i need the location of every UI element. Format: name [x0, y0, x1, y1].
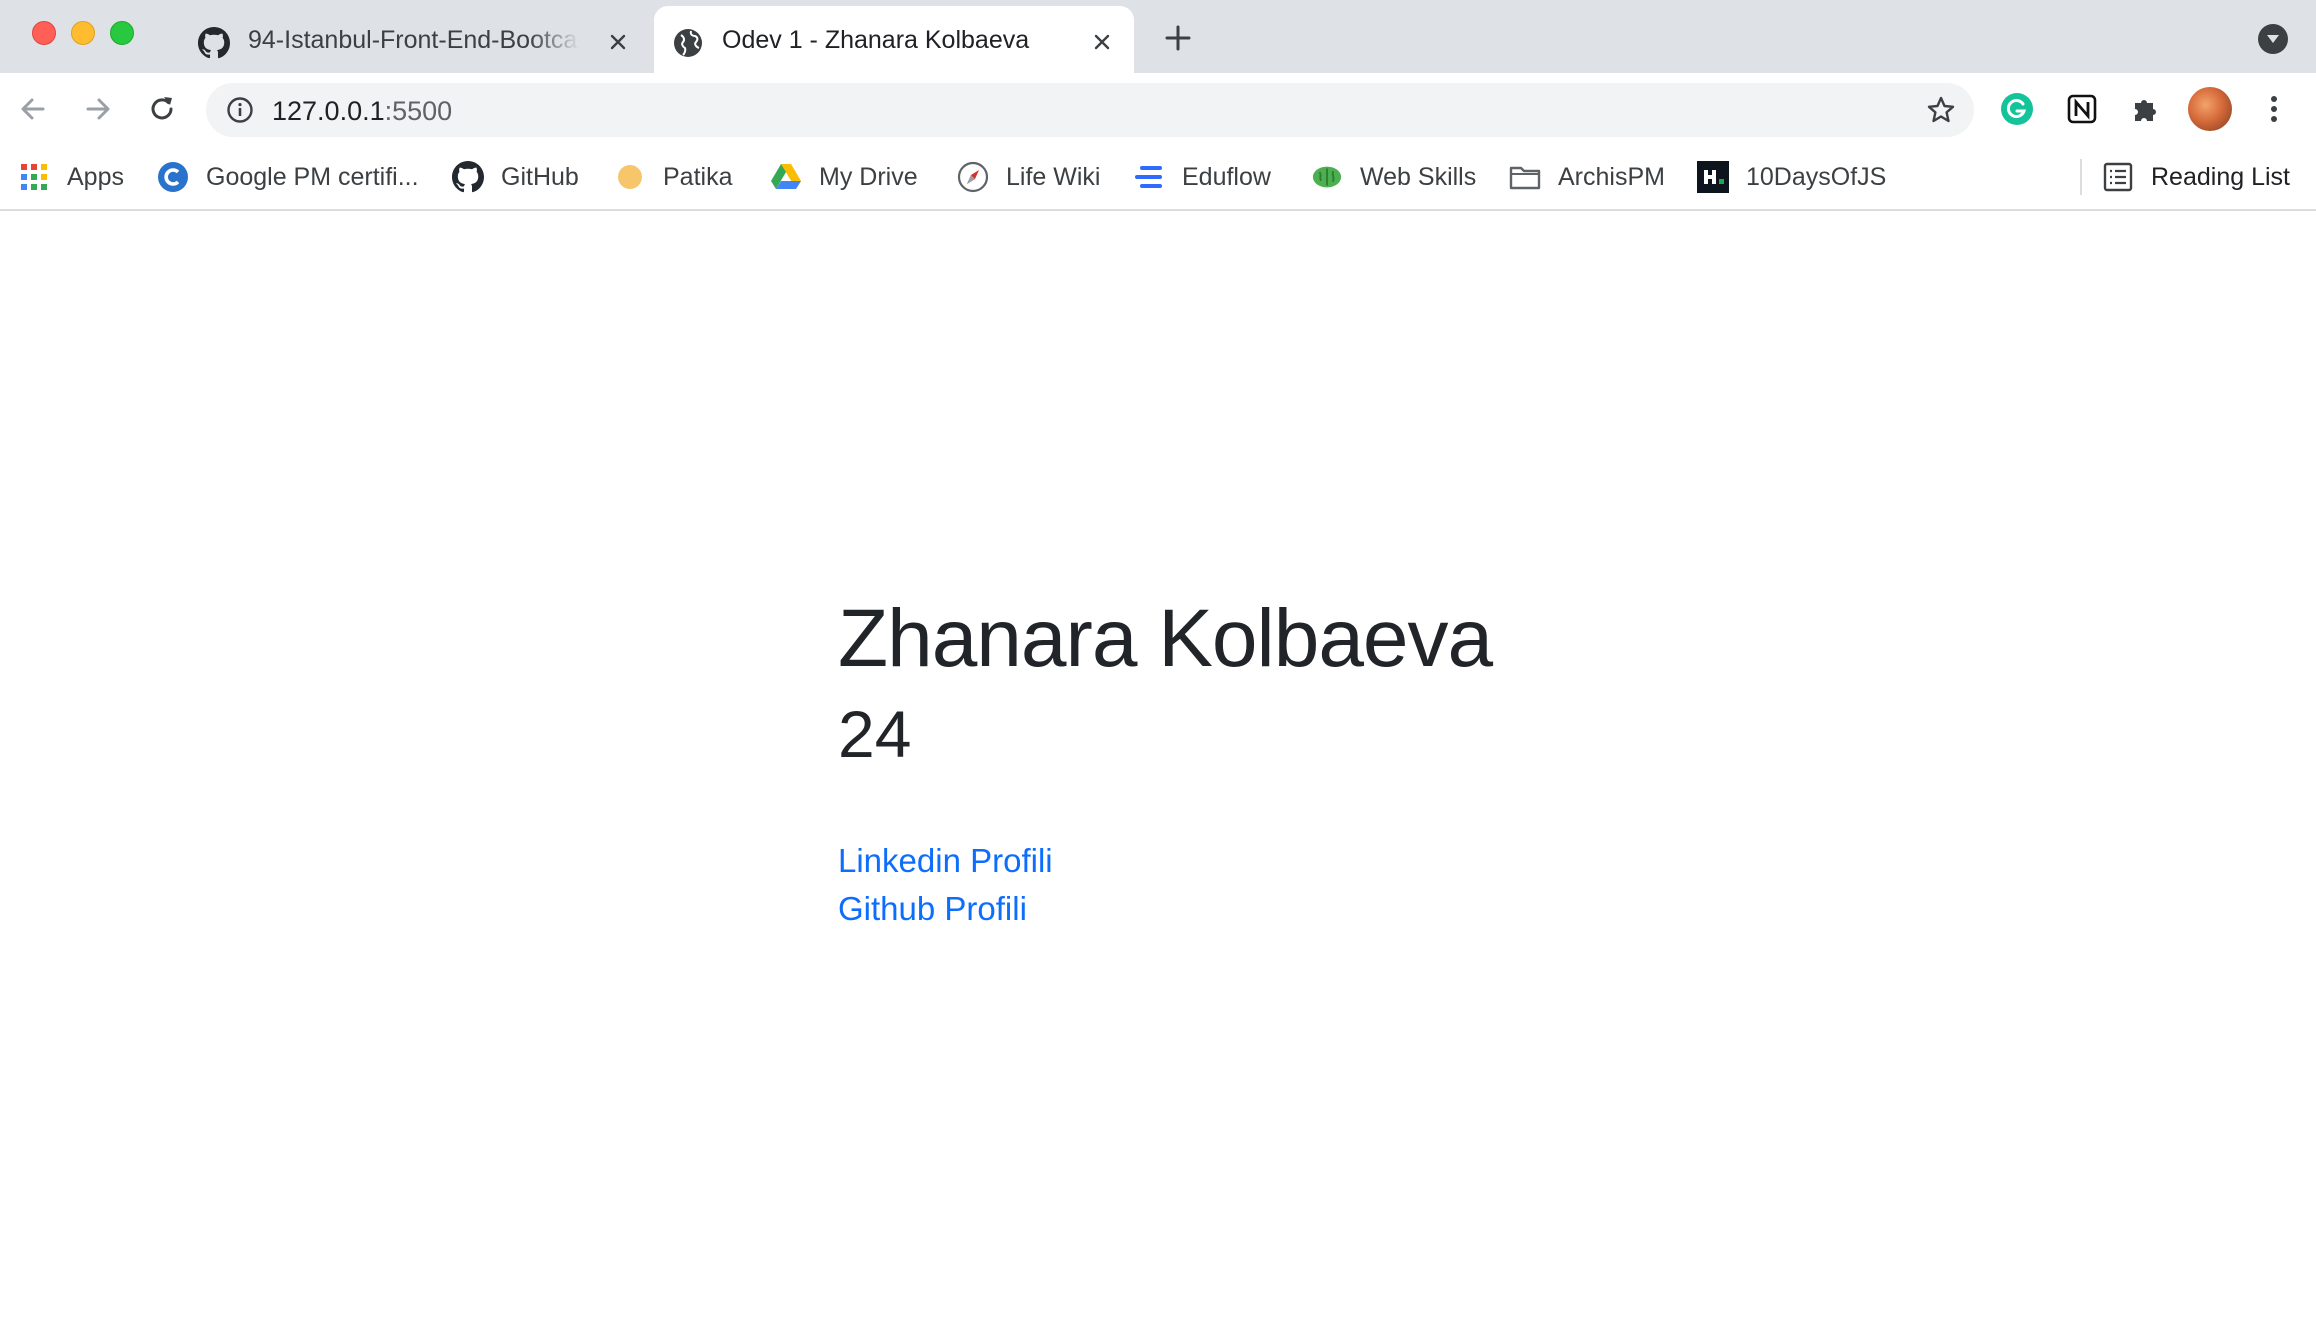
bookmark-life-wiki[interactable]: Life Wiki — [957, 157, 1100, 197]
bookmark-label: GitHub — [501, 162, 579, 191]
bookmark-github[interactable]: GitHub — [452, 157, 579, 197]
linkedin-profile-link[interactable]: Linkedin Profili — [838, 842, 1053, 880]
github-icon — [198, 27, 230, 59]
bookmark-patika[interactable]: Patika — [614, 157, 732, 197]
reading-list-button[interactable]: Reading List — [2102, 157, 2290, 197]
close-window-button[interactable] — [32, 21, 56, 45]
bookmark-web-skills[interactable]: Web Skills — [1311, 157, 1476, 197]
chevron-down-icon — [2267, 35, 2279, 43]
patika-icon — [614, 161, 646, 193]
arrow-right-icon — [86, 98, 110, 120]
github-profile-link[interactable]: Github Profili — [838, 890, 1027, 928]
bookmark-label: Apps — [67, 162, 124, 191]
tab-title: Odev 1 - Zhanara Kolbaeva — [722, 26, 1030, 54]
globe-icon — [672, 27, 704, 59]
profile-name-heading: Zhanara Kolbaeva — [838, 593, 1493, 684]
browser-menu-button[interactable] — [2256, 91, 2292, 127]
browser-window: 94-Istanbul-Front-End-Bootcamp Odev 1 - … — [0, 0, 2316, 1336]
reload-icon — [151, 97, 173, 120]
bookmark-google-pm[interactable]: Google PM certifi... — [157, 157, 419, 197]
reading-list-label: Reading List — [2151, 162, 2290, 191]
coursera-icon — [157, 161, 189, 193]
puzzle-icon — [2135, 100, 2156, 121]
close-tab-icon[interactable] — [602, 26, 634, 58]
bookmark-my-drive[interactable]: My Drive — [770, 157, 918, 197]
arrow-left-icon — [21, 98, 45, 120]
notion-icon — [2067, 94, 2097, 124]
notion-extension[interactable] — [2064, 91, 2100, 127]
bookmark-label: Google PM certifi... — [206, 162, 419, 191]
url-port: :5500 — [384, 96, 453, 126]
bookmarks-divider — [2080, 159, 2082, 195]
github-icon — [452, 161, 484, 193]
tab-search-button[interactable] — [2258, 24, 2288, 54]
profile-avatar[interactable] — [2188, 87, 2232, 131]
bookmark-label: Eduflow — [1182, 162, 1271, 191]
site-info-icon[interactable] — [226, 96, 254, 124]
bookmark-label: Web Skills — [1360, 162, 1477, 191]
bookmark-label: Patika — [663, 162, 733, 191]
bookmark-label: Life Wiki — [1006, 162, 1101, 191]
hackerrank-icon — [1697, 161, 1729, 193]
grammarly-extension[interactable] — [1999, 91, 2035, 127]
profile-age-heading: 24 — [838, 697, 912, 771]
back-button[interactable] — [14, 90, 52, 128]
apps-grid-icon — [18, 161, 50, 193]
folder-icon — [1509, 161, 1541, 193]
tab-title: 94-Istanbul-Front-End-Bootcamp — [248, 26, 580, 54]
bookmark-label: ArchisPM — [1558, 162, 1665, 191]
bookmark-label: 10DaysOfJS — [1746, 162, 1887, 191]
fullscreen-window-button[interactable] — [110, 21, 134, 45]
kebab-menu-icon — [2271, 96, 2277, 122]
google-drive-icon — [770, 161, 802, 193]
reading-list-icon — [2102, 161, 2134, 193]
bookmarks-bar: Apps Google PM certifi... GitHub Patika … — [0, 145, 2316, 211]
close-tab-icon[interactable] — [1086, 26, 1118, 58]
url-host: 127.0.0.1 — [272, 96, 385, 126]
bookmark-archispm[interactable]: ArchisPM — [1509, 157, 1665, 197]
extensions-button[interactable] — [2127, 91, 2163, 127]
tab-strip: 94-Istanbul-Front-End-Bootcamp Odev 1 - … — [0, 0, 2316, 73]
url-text: 127.0.0.1:5500 — [272, 96, 452, 127]
bookmark-10daysofjs[interactable]: 10DaysOfJS — [1697, 157, 1886, 197]
bookmark-label: My Drive — [819, 162, 918, 191]
eduflow-icon — [1133, 161, 1165, 193]
page-viewport: Zhanara Kolbaeva 24 Linkedin Profili Git… — [0, 212, 2316, 1336]
new-tab-button[interactable] — [1160, 20, 1196, 56]
compass-icon — [957, 161, 989, 193]
tab-odev-1[interactable]: Odev 1 - Zhanara Kolbaeva — [654, 6, 1134, 73]
forward-button[interactable] — [79, 90, 117, 128]
minimize-window-button[interactable] — [71, 21, 95, 45]
grammarly-icon — [2001, 93, 2033, 125]
reload-button[interactable] — [143, 90, 181, 128]
bookmark-apps[interactable]: Apps — [18, 157, 124, 197]
tab-github-bootcamp[interactable]: 94-Istanbul-Front-End-Bootcamp — [180, 6, 650, 73]
browser-toolbar: 127.0.0.1:5500 — [0, 73, 2316, 145]
brain-icon — [1311, 161, 1343, 193]
address-bar[interactable]: 127.0.0.1:5500 — [206, 83, 1974, 137]
plus-icon — [1165, 25, 1191, 51]
bookmark-eduflow[interactable]: Eduflow — [1133, 157, 1271, 197]
bookmark-star-icon[interactable] — [1926, 95, 1956, 125]
